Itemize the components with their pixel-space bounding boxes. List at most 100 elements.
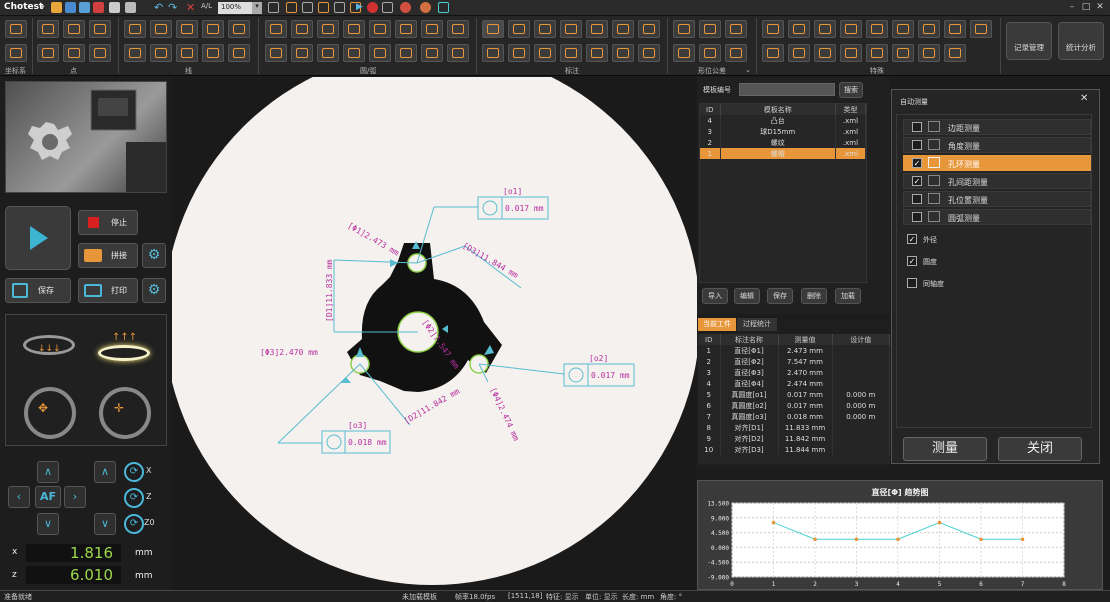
zoom-chevron-icon[interactable]: ▾ [252, 2, 262, 14]
arc-three-point-icon[interactable] [291, 20, 313, 38]
record-icon[interactable] [367, 2, 378, 13]
circle-edge-icon[interactable] [265, 44, 287, 62]
table-row[interactable]: 4 凸台 .xml [700, 115, 866, 126]
redo-icon[interactable]: ↷ [168, 1, 177, 14]
move-left-button[interactable]: ‹ [8, 486, 30, 508]
z-down-button[interactable]: ∨ [94, 513, 116, 535]
tangent-line-icon[interactable] [150, 44, 172, 62]
perpendicularity-icon[interactable] [725, 44, 747, 62]
stitch-settings-gear-icon[interactable]: ⚙ [142, 243, 166, 268]
position-icon[interactable] [673, 44, 695, 62]
rotate-z-icon[interactable]: ⟳ [124, 488, 144, 508]
tolerance-expand-icon[interactable]: ⌄ [745, 66, 751, 74]
template-search-button[interactable]: 搜索 [839, 82, 863, 98]
checkbox-arc[interactable] [912, 212, 922, 222]
circle-outer-icon[interactable] [343, 44, 365, 62]
measure-button[interactable]: 测量 [903, 437, 987, 461]
diagonal-line-icon[interactable] [228, 20, 250, 38]
ellipse-tool-icon[interactable] [421, 20, 443, 38]
special-region-icon[interactable] [944, 44, 966, 62]
special-angle-icon[interactable] [762, 20, 784, 38]
angle-line-icon[interactable] [228, 44, 250, 62]
checkbox-hole-ring[interactable]: ✓ [912, 158, 922, 168]
measurement-viewport[interactable]: [Φ1]2.473 mm [D3]11.844 mm [D1]11.833 mm… [172, 77, 697, 590]
special-grid2-icon[interactable] [788, 44, 810, 62]
light-icon[interactable] [438, 2, 449, 13]
circle-inner-icon[interactable] [317, 44, 339, 62]
special-layout-icon[interactable] [944, 20, 966, 38]
document-icon[interactable] [109, 2, 120, 13]
minimize-button[interactable]: – [1066, 1, 1078, 13]
perpendicular-line-icon[interactable] [124, 44, 146, 62]
table-row[interactable]: 4 直径[Φ4] 2.474 mm [698, 378, 890, 389]
dimension-point-icon[interactable] [482, 44, 504, 62]
tab-current-workpiece[interactable]: 当前工件 [698, 318, 736, 331]
table-row[interactable]: 3 球D15mm .xml [700, 126, 866, 137]
print-settings-gear-icon[interactable]: ⚙ [142, 278, 166, 303]
table-row[interactable]: 8 对齐[D1] 11.833 mm [698, 422, 890, 433]
dimension-bevel-icon[interactable] [638, 44, 660, 62]
table-row[interactable]: 9 对齐[D2] 11.842 mm [698, 433, 890, 444]
special-frame-icon[interactable] [970, 20, 992, 38]
option-angle[interactable]: 角度测量 [903, 137, 1091, 153]
undo-icon[interactable]: ↶ [154, 1, 163, 14]
dimension-diameter-icon[interactable] [534, 44, 556, 62]
color-icon[interactable] [400, 2, 411, 13]
template-search-input[interactable] [739, 83, 835, 96]
coordinate-system-icon[interactable] [5, 20, 27, 38]
special-grid-icon[interactable] [892, 20, 914, 38]
offset-line-icon[interactable] [202, 44, 224, 62]
mid-point-icon[interactable] [37, 44, 59, 62]
slot-tool-icon[interactable] [447, 20, 469, 38]
app-title[interactable]: Chotest [4, 2, 43, 12]
oval-icon[interactable] [447, 44, 469, 62]
ring-light-outward-icon[interactable] [24, 387, 76, 439]
close-window-button[interactable]: ✕ [1094, 1, 1106, 13]
export-icon[interactable] [93, 2, 104, 13]
option-hole-spacing[interactable]: ✓ 孔间距测量 [903, 173, 1091, 189]
special-gear-icon[interactable] [866, 20, 888, 38]
table-row[interactable]: 1 直径[Φ1] 2.473 mm [698, 345, 890, 356]
print-icon[interactable] [125, 2, 136, 13]
ring-light-inward-icon[interactable] [99, 387, 151, 439]
bulb-icon[interactable] [421, 44, 443, 62]
special-wave-icon[interactable] [840, 44, 862, 62]
z-up-button[interactable]: ∧ [94, 461, 116, 483]
special-step-icon[interactable] [788, 20, 810, 38]
checkbox-roundness[interactable]: ✓ [907, 256, 917, 266]
table-row-selected[interactable]: 1 螺帽 .xml [700, 148, 866, 159]
checkbox-hole-position[interactable] [912, 194, 922, 204]
special-box-icon[interactable] [918, 20, 940, 38]
circle-center-icon[interactable] [291, 44, 313, 62]
dimension-height-icon[interactable] [612, 20, 634, 38]
parallel-line-icon[interactable] [176, 20, 198, 38]
dimension-radius-icon[interactable] [508, 44, 530, 62]
dimension-angle-icon[interactable] [638, 20, 660, 38]
special-thread-icon[interactable] [814, 20, 836, 38]
concentricity-icon[interactable] [725, 20, 747, 38]
special-pattern-icon[interactable] [892, 44, 914, 62]
delete-icon[interactable]: ✕ [186, 1, 195, 14]
wave-line-icon[interactable] [202, 20, 224, 38]
table-row[interactable]: 3 直径[Φ3] 2.470 mm [698, 367, 890, 378]
maximize-button[interactable]: □ [1080, 1, 1092, 13]
checkbox-edge-distance[interactable] [912, 122, 922, 132]
dimension-parallel-icon[interactable] [586, 20, 608, 38]
stop-button[interactable]: 停止 [78, 210, 138, 235]
record-management-button[interactable]: 记录管理 [1006, 22, 1052, 60]
save-button[interactable]: 保存 [5, 278, 71, 303]
table-row[interactable]: 10 对齐[D3] 11.844 mm [698, 444, 890, 455]
option-edge-distance[interactable]: 边距测量 [903, 119, 1091, 135]
move-up-button[interactable]: ∧ [37, 461, 59, 483]
bisector-line-icon[interactable] [176, 44, 198, 62]
coordinate-origin-icon[interactable] [5, 44, 27, 62]
autofocus-button[interactable]: AF [35, 486, 61, 508]
circle-fit-icon[interactable] [343, 20, 365, 38]
arc-fit-icon[interactable] [317, 20, 339, 38]
open-folder-icon[interactable] [51, 2, 62, 13]
line-fit-icon[interactable] [150, 20, 172, 38]
copy-icon[interactable] [382, 2, 393, 13]
settings-icon[interactable] [420, 2, 431, 13]
dimension-frame-icon[interactable] [560, 20, 582, 38]
checkbox-coaxiality[interactable] [907, 278, 917, 288]
